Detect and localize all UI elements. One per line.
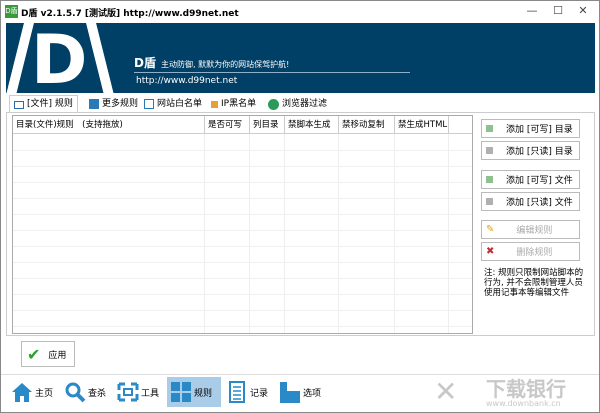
gray-square-icon	[486, 147, 493, 154]
brand-name: D盾	[134, 56, 156, 70]
nav-label: 规则	[194, 388, 213, 399]
row-gridline	[13, 230, 472, 231]
nav-tools[interactable]: 工具	[114, 377, 162, 407]
app-icon: D盾	[5, 5, 18, 18]
nav-scan[interactable]: 查杀	[61, 377, 109, 407]
row-gridline	[13, 310, 472, 311]
banner-url: http://www.d99net.net	[136, 76, 238, 86]
row-gridline	[13, 150, 472, 151]
add-readonly-file-button[interactable]: 添加 [只读] 文件	[481, 192, 580, 211]
row-gridline	[13, 278, 472, 279]
logo-stripe	[83, 23, 119, 93]
nav-label: 主页	[35, 388, 54, 399]
watermark-url: www.downbank.cn	[486, 399, 561, 408]
title-bar: D盾 D盾 v2.1.5.7 [测试版] http://www.d99net.n…	[1, 1, 599, 23]
button-label: 删除规则	[516, 248, 553, 258]
tab-whitelist[interactable]: 网站白名单	[140, 95, 206, 113]
button-label: 添加 [可写] 目录	[506, 125, 573, 135]
checkmark-icon: ✔	[27, 344, 41, 364]
home-icon	[12, 383, 32, 402]
search-icon	[65, 382, 86, 403]
tools-icon	[117, 382, 139, 402]
column-header[interactable]: 目录(文件)规则 (支持拖放)	[13, 116, 205, 134]
tab-ip-blacklist[interactable]: IP黑名单	[207, 95, 260, 113]
close-button[interactable]: ✕	[575, 4, 591, 17]
add-writable-file-button[interactable]: 添加 [可写] 文件	[481, 170, 580, 189]
column-header[interactable]: 是否可写	[205, 116, 250, 134]
options-icon	[280, 382, 300, 403]
add-writable-dir-button[interactable]: 添加 [可写] 目录	[481, 119, 580, 138]
button-label: 添加 [只读] 文件	[506, 198, 573, 208]
row-gridline	[13, 326, 472, 327]
row-gridline	[13, 294, 472, 295]
nav-home[interactable]: 主页	[8, 377, 56, 407]
divider	[134, 72, 410, 73]
folder-icon	[14, 100, 24, 109]
rules-icon	[171, 382, 191, 402]
pencil-icon: ✎	[486, 224, 495, 235]
rules-table[interactable]: 目录(文件)规则 (支持拖放) 是否可写 列目录 禁脚本生成 禁移动复制 禁生成…	[12, 115, 473, 334]
log-icon	[229, 381, 245, 403]
nav-options[interactable]: 选项	[276, 377, 324, 407]
nav-label: 查杀	[88, 388, 107, 399]
nav-label: 记录	[250, 388, 269, 399]
row-gridline	[13, 262, 472, 263]
apply-button[interactable]: ✔ 应用	[21, 341, 75, 367]
button-label: 应用	[48, 350, 67, 361]
green-square-icon	[486, 176, 493, 183]
column-header[interactable]: 禁移动复制	[339, 116, 395, 134]
nav-label: 选项	[303, 388, 322, 399]
watermark-logo-icon: ✕	[434, 375, 458, 408]
column-header[interactable]: 禁脚本生成	[285, 116, 339, 134]
add-readonly-dir-button[interactable]: 添加 [只读] 目录	[481, 141, 580, 160]
nav-rules[interactable]: 规则	[167, 377, 221, 407]
nav-log[interactable]: 记录	[223, 377, 271, 407]
watermark-name: 下载银行	[486, 377, 566, 401]
tab-label: [文件] 规则	[27, 99, 73, 109]
rules-note: 注: 规则只限制网站脚本的行为, 并不会限制管理人员使用记事本等编辑文件	[484, 268, 584, 298]
whitelist-icon	[144, 99, 154, 109]
tab-browser-filter[interactable]: 浏览器过滤	[264, 95, 331, 113]
tab-label: 更多规则	[102, 98, 139, 109]
more-rules-icon	[89, 99, 99, 109]
column-header[interactable]: 列目录	[250, 116, 285, 134]
delete-icon: ✖	[486, 246, 495, 257]
tab-label: 网站白名单	[157, 98, 203, 109]
button-label: 添加 [只读] 目录	[506, 147, 573, 157]
row-gridline	[13, 246, 472, 247]
slogan: 主动防御, 默默为你的网站保驾护航!	[161, 60, 290, 69]
nav-label: 工具	[141, 388, 160, 399]
edit-rule-button[interactable]: ✎ 编辑规则	[481, 220, 580, 239]
minimize-button[interactable]: —	[524, 4, 540, 17]
row-gridline	[13, 214, 472, 215]
gray-square-icon	[486, 198, 493, 205]
tab-file-rules[interactable]: [文件] 规则	[9, 95, 78, 113]
column-header[interactable]: 禁生成HTML	[395, 116, 449, 134]
column-header-filler	[449, 116, 472, 134]
row-gridline	[13, 182, 472, 183]
tab-label: 浏览器过滤	[282, 98, 328, 109]
maximize-button[interactable]: ☐	[550, 4, 566, 17]
tab-more-rules[interactable]: 更多规则	[85, 95, 142, 113]
row-gridline	[13, 166, 472, 167]
banner: D D盾 主动防御, 默默为你的网站保驾护航! http://www.d99ne…	[6, 23, 595, 93]
logo: D	[31, 23, 88, 93]
tab-label: IP黑名单	[221, 98, 257, 109]
ip-blacklist-icon	[211, 100, 218, 108]
window-title: D盾 v2.1.5.7 [测试版] http://www.d99net.net	[21, 9, 239, 19]
green-square-icon	[486, 125, 493, 132]
globe-icon	[268, 98, 279, 110]
button-label: 编辑规则	[516, 226, 553, 236]
delete-rule-button[interactable]: ✖ 删除规则	[481, 242, 580, 261]
row-gridline	[13, 198, 472, 199]
button-label: 添加 [可写] 文件	[506, 176, 573, 186]
